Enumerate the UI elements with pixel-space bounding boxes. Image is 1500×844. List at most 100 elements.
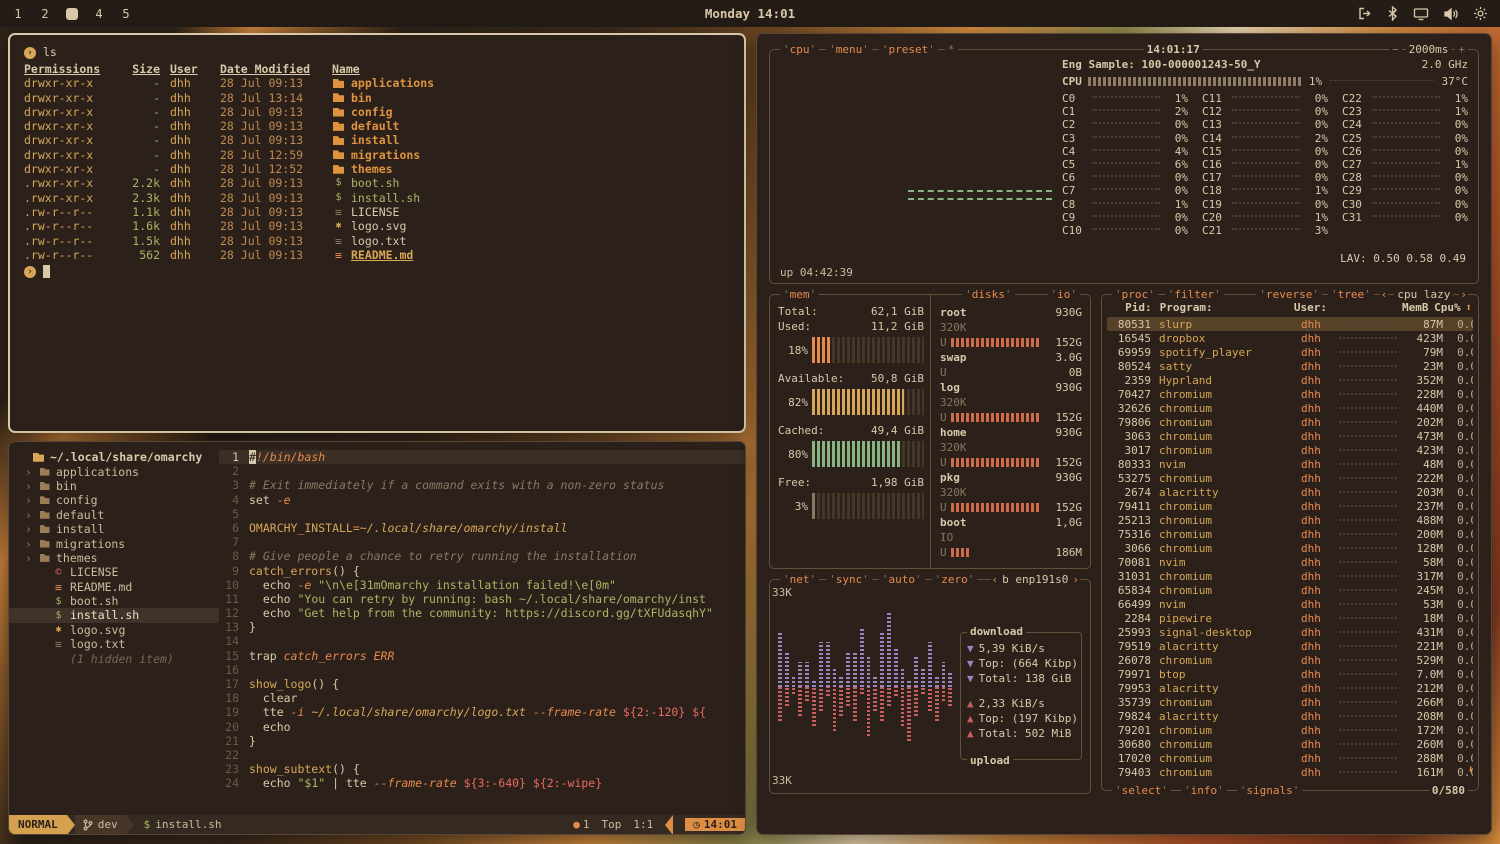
tree-item-icon bbox=[52, 624, 65, 635]
code-area[interactable]: 1 #!/bin/bash 2 3 # Exit immediately if … bbox=[219, 442, 745, 815]
gear-icon[interactable] bbox=[1473, 6, 1488, 21]
tree-item[interactable]: boot.sh bbox=[9, 594, 219, 608]
process-row[interactable]: 26078 chromium dhh 529M 0.0 bbox=[1107, 653, 1473, 667]
process-row[interactable]: 17020 chromium dhh 288M 0.0 bbox=[1107, 751, 1473, 765]
workspace-2[interactable]: 2 bbox=[39, 7, 51, 21]
process-row[interactable]: 3066 chromium dhh 128M 0.0 bbox=[1107, 541, 1473, 555]
net-zero-button[interactable]: zero bbox=[932, 573, 978, 586]
tree-item[interactable]: logo.txt bbox=[9, 637, 219, 651]
process-row[interactable]: 79953 alacritty dhh 212M 0.0 bbox=[1107, 681, 1473, 695]
sort-prev-button[interactable]: ‹ bbox=[1380, 288, 1389, 301]
select-button[interactable]: select bbox=[1112, 784, 1171, 797]
header-user[interactable]: User: bbox=[1294, 301, 1328, 314]
file-date: 28 Jul 09:13 bbox=[220, 119, 322, 133]
signals-button[interactable]: signals bbox=[1237, 784, 1303, 797]
proc-title[interactable]: proc bbox=[1112, 288, 1158, 301]
tree-item[interactable]: ~/.local/share/omarchy bbox=[9, 450, 219, 464]
process-row[interactable]: 69959 spotify_player dhh 79M 0.0 bbox=[1107, 345, 1473, 359]
tree-item[interactable]: logo.svg bbox=[9, 623, 219, 637]
process-row[interactable]: 79971 btop dhh 7.0M 0.0 bbox=[1107, 667, 1473, 681]
tree-button[interactable]: tree bbox=[1328, 288, 1374, 301]
process-row[interactable]: 25213 chromium dhh 488M 0.0 bbox=[1107, 513, 1473, 527]
process-row[interactable]: 79824 alacritty dhh 208M 0.0 bbox=[1107, 709, 1473, 723]
process-user: dhh bbox=[1301, 710, 1337, 723]
header-cpu[interactable]: Cpu% bbox=[1429, 301, 1461, 314]
git-branch[interactable]: dev bbox=[75, 815, 126, 834]
net-title[interactable]: net bbox=[780, 573, 819, 586]
header-pid[interactable]: Pid: bbox=[1110, 301, 1152, 314]
tree-item[interactable]: default bbox=[9, 508, 219, 522]
process-row[interactable]: 2359 Hyprland dhh 352M 0.0 bbox=[1107, 373, 1473, 387]
process-row[interactable]: 53275 chromium dhh 222M 0.0 bbox=[1107, 471, 1473, 485]
process-row[interactable]: 70081 nvim dhh 58M 0.0 bbox=[1107, 555, 1473, 569]
header-program[interactable]: Program: bbox=[1152, 301, 1294, 314]
workspace-5[interactable]: 5 bbox=[120, 7, 132, 21]
workspace-3-active[interactable]: 3 bbox=[66, 8, 78, 20]
logout-icon[interactable] bbox=[1357, 6, 1372, 21]
mem-title[interactable]: mem bbox=[780, 288, 819, 301]
process-row[interactable]: 2284 pipewire dhh 18M 0.0 bbox=[1107, 611, 1473, 625]
tree-item[interactable]: LICENSE bbox=[9, 565, 219, 579]
io-toggle[interactable]: io bbox=[1048, 288, 1081, 301]
process-row[interactable]: 35739 chromium dhh 266M 0.0 bbox=[1107, 695, 1473, 709]
tree-item[interactable]: config bbox=[9, 493, 219, 507]
process-row[interactable]: 80531 slurp dhh 87M 0.0 bbox=[1107, 317, 1473, 331]
process-row[interactable]: 79201 chromium dhh 172M 0.0 bbox=[1107, 723, 1473, 737]
scroll-down-icon[interactable]: ⬇ bbox=[1467, 763, 1474, 776]
process-row[interactable]: 75316 chromium dhh 200M 0.0 bbox=[1107, 527, 1473, 541]
process-row[interactable]: 32626 chromium dhh 440M 0.0 bbox=[1107, 401, 1473, 415]
workspace-4[interactable]: 4 bbox=[93, 7, 105, 21]
process-row[interactable]: 65834 chromium dhh 245M 0.0 bbox=[1107, 583, 1473, 597]
process-row[interactable]: 66499 nvim dhh 53M 0.0 bbox=[1107, 597, 1473, 611]
core-percent: 0% bbox=[1444, 184, 1468, 197]
sort-next-button[interactable]: › bbox=[1459, 288, 1468, 301]
process-row[interactable]: 30680 chromium dhh 260M 0.0 bbox=[1107, 737, 1473, 751]
info-button[interactable]: info bbox=[1181, 784, 1227, 797]
process-row[interactable]: 25993 signal-desktop dhh 431M 0.0 bbox=[1107, 625, 1473, 639]
process-row[interactable]: 79403 chromium dhh 161M 0.0 bbox=[1107, 765, 1473, 778]
volume-icon[interactable] bbox=[1443, 7, 1459, 21]
interval-increase-button[interactable]: + bbox=[1455, 43, 1468, 56]
tree-item[interactable]: applications bbox=[9, 464, 219, 478]
process-row[interactable]: 79519 alacritty dhh 221M 0.0 bbox=[1107, 639, 1473, 653]
process-row[interactable]: 79806 chromium dhh 202M 0.0 bbox=[1107, 415, 1473, 429]
cpu-title[interactable]: cpu bbox=[780, 43, 819, 56]
tree-item[interactable]: themes bbox=[9, 551, 219, 565]
filter-button[interactable]: filter bbox=[1165, 288, 1224, 301]
preset-button[interactable]: preset bbox=[879, 43, 938, 56]
workspace-1[interactable]: 1 bbox=[12, 7, 24, 21]
net-auto-button[interactable]: auto bbox=[879, 573, 925, 586]
iface-next-button[interactable]: › bbox=[1071, 573, 1080, 586]
net-bar bbox=[860, 627, 864, 686]
core-meter bbox=[1232, 96, 1300, 98]
tree-item[interactable]: bin bbox=[9, 479, 219, 493]
process-row[interactable]: 80333 nvim dhh 48M 0.0 bbox=[1107, 457, 1473, 471]
tree-item[interactable]: README.md bbox=[9, 580, 219, 594]
process-row[interactable]: 80524 satty dhh 23M 0.0 bbox=[1107, 359, 1473, 373]
process-row[interactable]: 3063 chromium dhh 473M 0.0 bbox=[1107, 429, 1473, 443]
process-row[interactable]: 31031 chromium dhh 317M 0.0 bbox=[1107, 569, 1473, 583]
diagnostics-badge[interactable]: ●1 bbox=[573, 818, 589, 831]
tree-item[interactable]: migrations bbox=[9, 536, 219, 550]
header-memb[interactable]: MemB bbox=[1391, 301, 1429, 314]
interval-decrease-button[interactable]: − bbox=[1389, 43, 1402, 56]
tree-item[interactable]: install.sh bbox=[9, 608, 219, 622]
tree-item[interactable]: (1 hidden item) bbox=[9, 651, 219, 665]
process-row[interactable]: 79411 chromium dhh 237M 0.0 bbox=[1107, 499, 1473, 513]
prompt-line-empty[interactable]: › bbox=[24, 264, 730, 279]
process-row[interactable]: 3017 chromium dhh 423M 0.0 bbox=[1107, 443, 1473, 457]
net-sync-button[interactable]: sync bbox=[826, 573, 872, 586]
display-icon[interactable] bbox=[1413, 7, 1429, 21]
tree-item[interactable]: install bbox=[9, 522, 219, 536]
scroll-up-icon[interactable]: ⬆ bbox=[1461, 301, 1472, 314]
disk-value: 930G bbox=[1056, 306, 1083, 319]
disks-title[interactable]: disks bbox=[962, 288, 1014, 301]
reverse-button[interactable]: reverse bbox=[1256, 288, 1322, 301]
process-row[interactable]: 70427 chromium dhh 228M 0.0 bbox=[1107, 387, 1473, 401]
process-row[interactable]: 16545 dropbox dhh 423M 0.0 bbox=[1107, 331, 1473, 345]
iface-prev-button[interactable]: ‹ bbox=[991, 573, 1000, 586]
bluetooth-icon[interactable] bbox=[1386, 6, 1399, 21]
process-row[interactable]: 2674 alacritty dhh 203M 0.0 bbox=[1107, 485, 1473, 499]
code-segment: # Give people a chance to retry running … bbox=[249, 549, 637, 563]
menu-button[interactable]: menu bbox=[826, 43, 872, 56]
